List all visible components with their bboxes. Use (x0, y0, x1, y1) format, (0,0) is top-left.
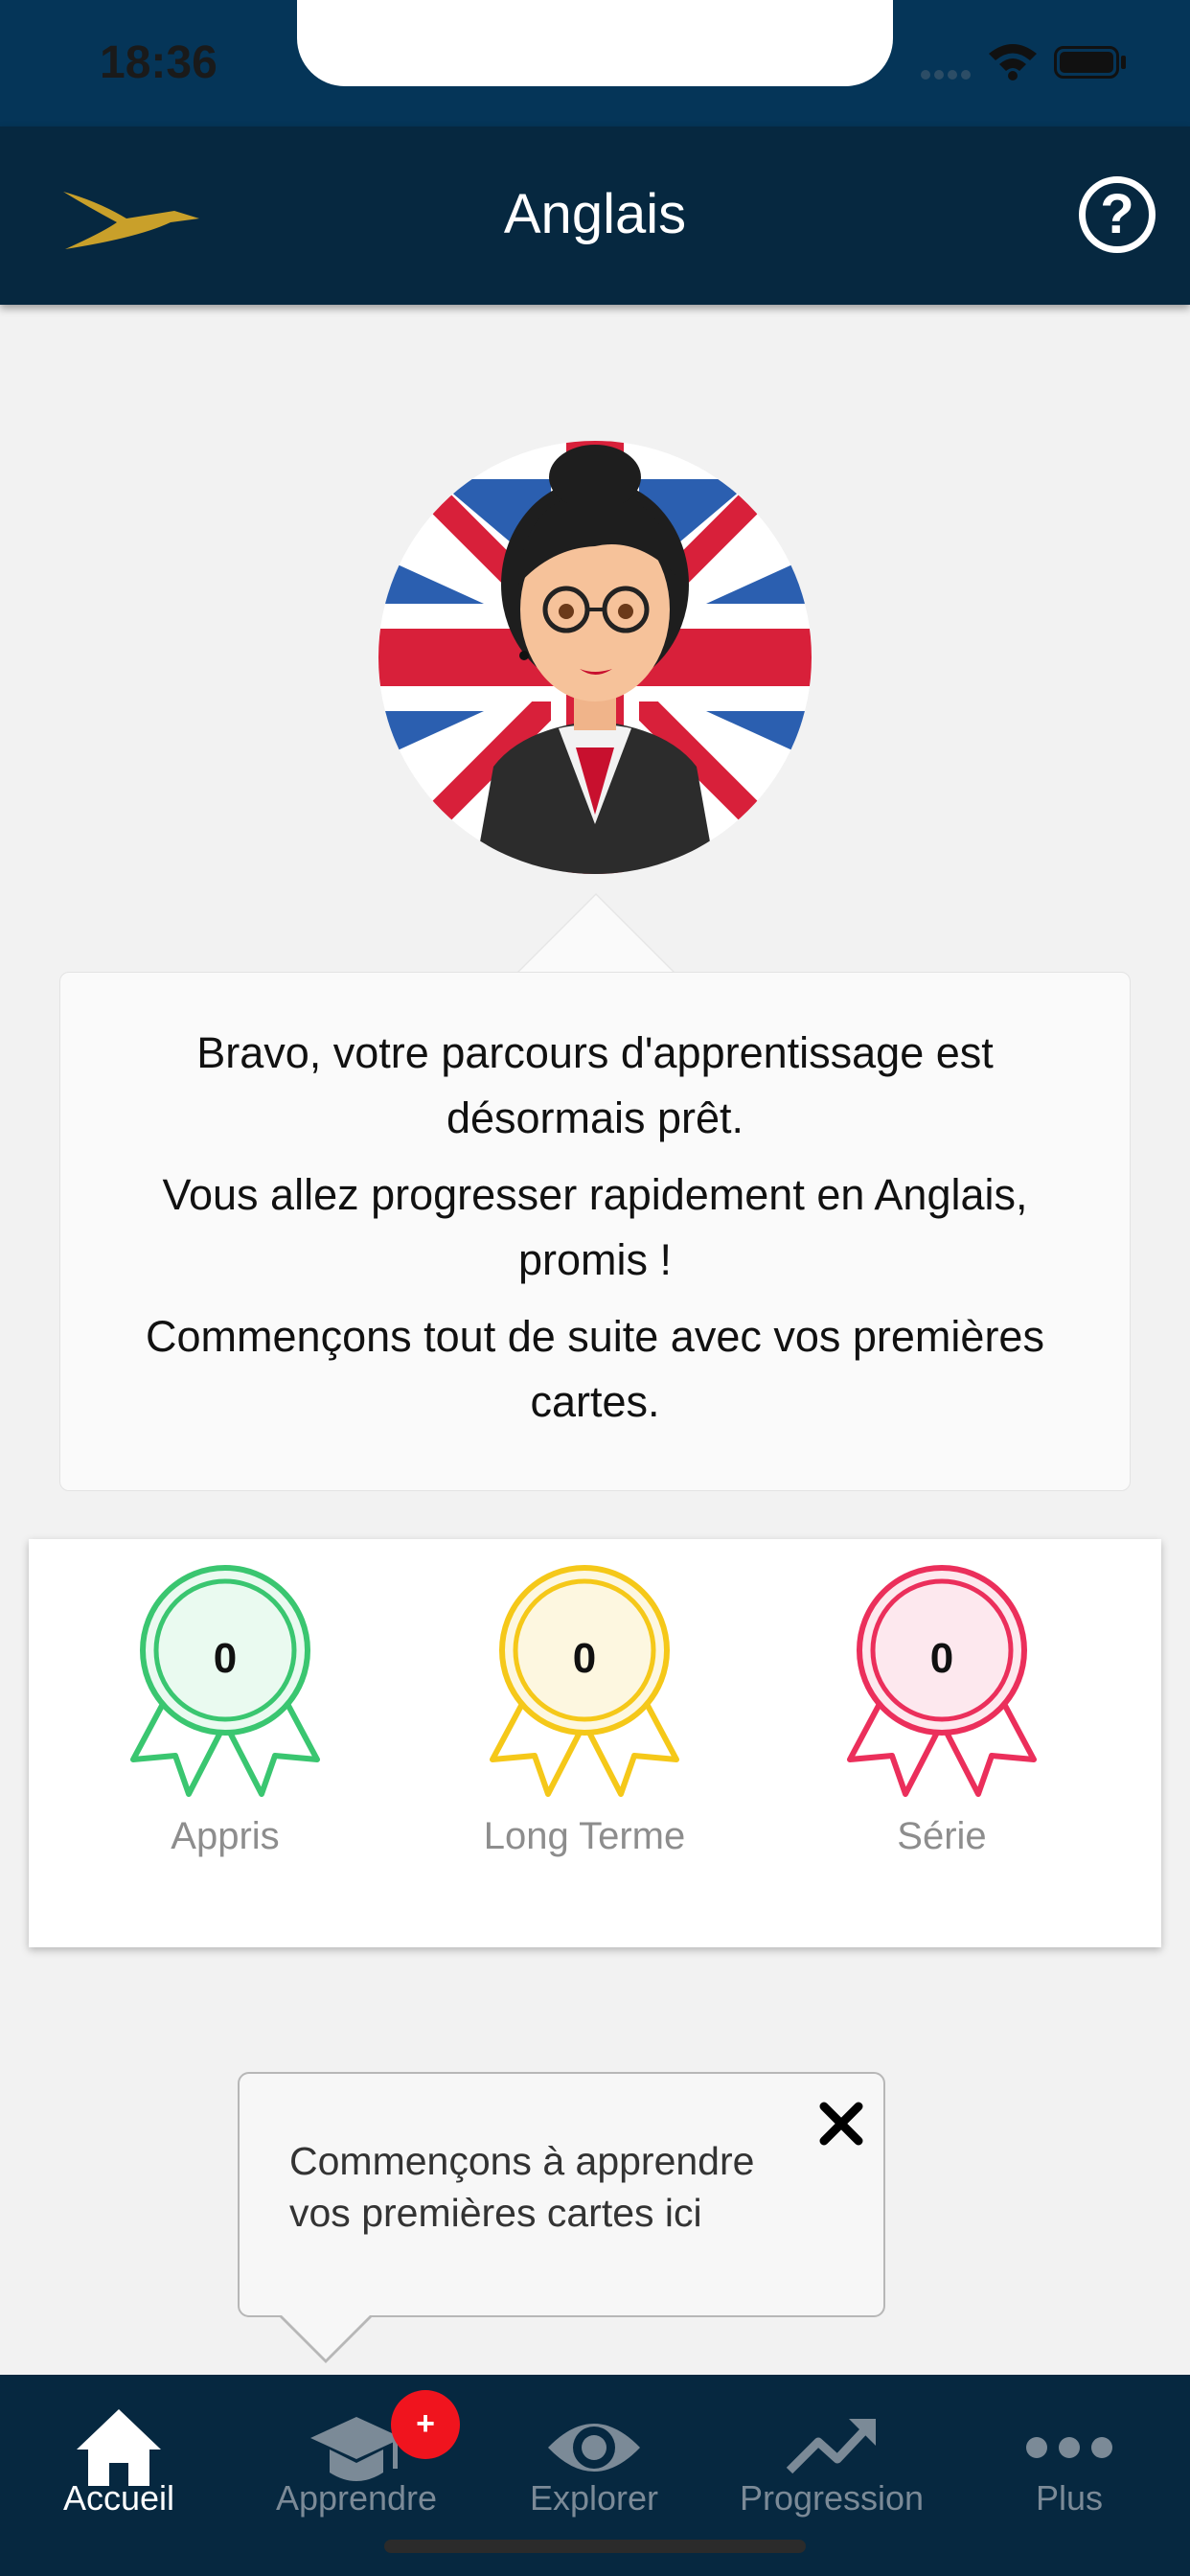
wifi-icon (989, 44, 1037, 80)
signal-icon (921, 70, 971, 80)
app-header: Anglais ? (0, 126, 1190, 305)
stat-learned-value: 0 (213, 1635, 238, 1682)
more-dots-icon (1026, 2437, 1112, 2458)
status-time: 18:36 (100, 37, 217, 88)
teacher-avatar (378, 441, 812, 874)
tab-plus-label: Plus (1035, 2478, 1104, 2518)
battery-tip (1121, 56, 1126, 69)
stat-streak-value: 0 (929, 1635, 954, 1682)
onboarding-tooltip: Commençons à apprendre vos premières car… (238, 2072, 885, 2317)
home-icon (77, 2409, 161, 2486)
stat-long-term-value: 0 (572, 1635, 597, 1682)
stat-streak-label: Série (897, 1815, 987, 1857)
stat-long-term[interactable]: 0 Long Terme (441, 1558, 728, 1922)
trend-up-icon (786, 2419, 876, 2474)
message-line-3: Commençons tout de suite avec vos premiè… (146, 1312, 1044, 1426)
tooltip-pointer (280, 2313, 372, 2359)
tab-apprendre-label: Apprendre (275, 2478, 438, 2518)
message-line-2: Vous allez progresser rapidement en Angl… (162, 1170, 1028, 1284)
tab-progression-label: Progression (739, 2478, 925, 2518)
battery-icon (1054, 46, 1119, 79)
close-icon[interactable] (812, 2095, 870, 2152)
stat-streak[interactable]: 0 Série (798, 1558, 1086, 1922)
eye-icon (548, 2424, 640, 2472)
page-title: Anglais (503, 183, 687, 245)
graduation-cap-icon (310, 2417, 402, 2481)
card-pointer (517, 895, 675, 974)
stats-panel: 0 Appris 0 Long Terme 0 Série (29, 1539, 1161, 1947)
apprendre-badge: + (391, 2390, 460, 2459)
tab-accueil[interactable]: Accueil (0, 2375, 238, 2576)
stat-long-term-label: Long Terme (483, 1815, 686, 1857)
status-bar: 18:36 (0, 0, 1190, 126)
notch (297, 0, 893, 86)
help-button[interactable]: ? (1079, 176, 1156, 253)
tooltip-text: Commençons à apprendre vos premières car… (289, 2139, 755, 2235)
tab-accueil-label: Accueil (62, 2478, 175, 2518)
stat-learned[interactable]: 0 Appris (81, 1558, 369, 1922)
tab-plus[interactable]: Plus (950, 2375, 1188, 2576)
message-line-1: Bravo, votre parcours d'apprentissage es… (196, 1028, 994, 1142)
welcome-message-card: Bravo, votre parcours d'apprentissage es… (59, 972, 1131, 1491)
home-indicator[interactable] (384, 2540, 806, 2553)
tab-explorer-label: Explorer (529, 2478, 659, 2518)
stat-learned-label: Appris (171, 1815, 280, 1857)
